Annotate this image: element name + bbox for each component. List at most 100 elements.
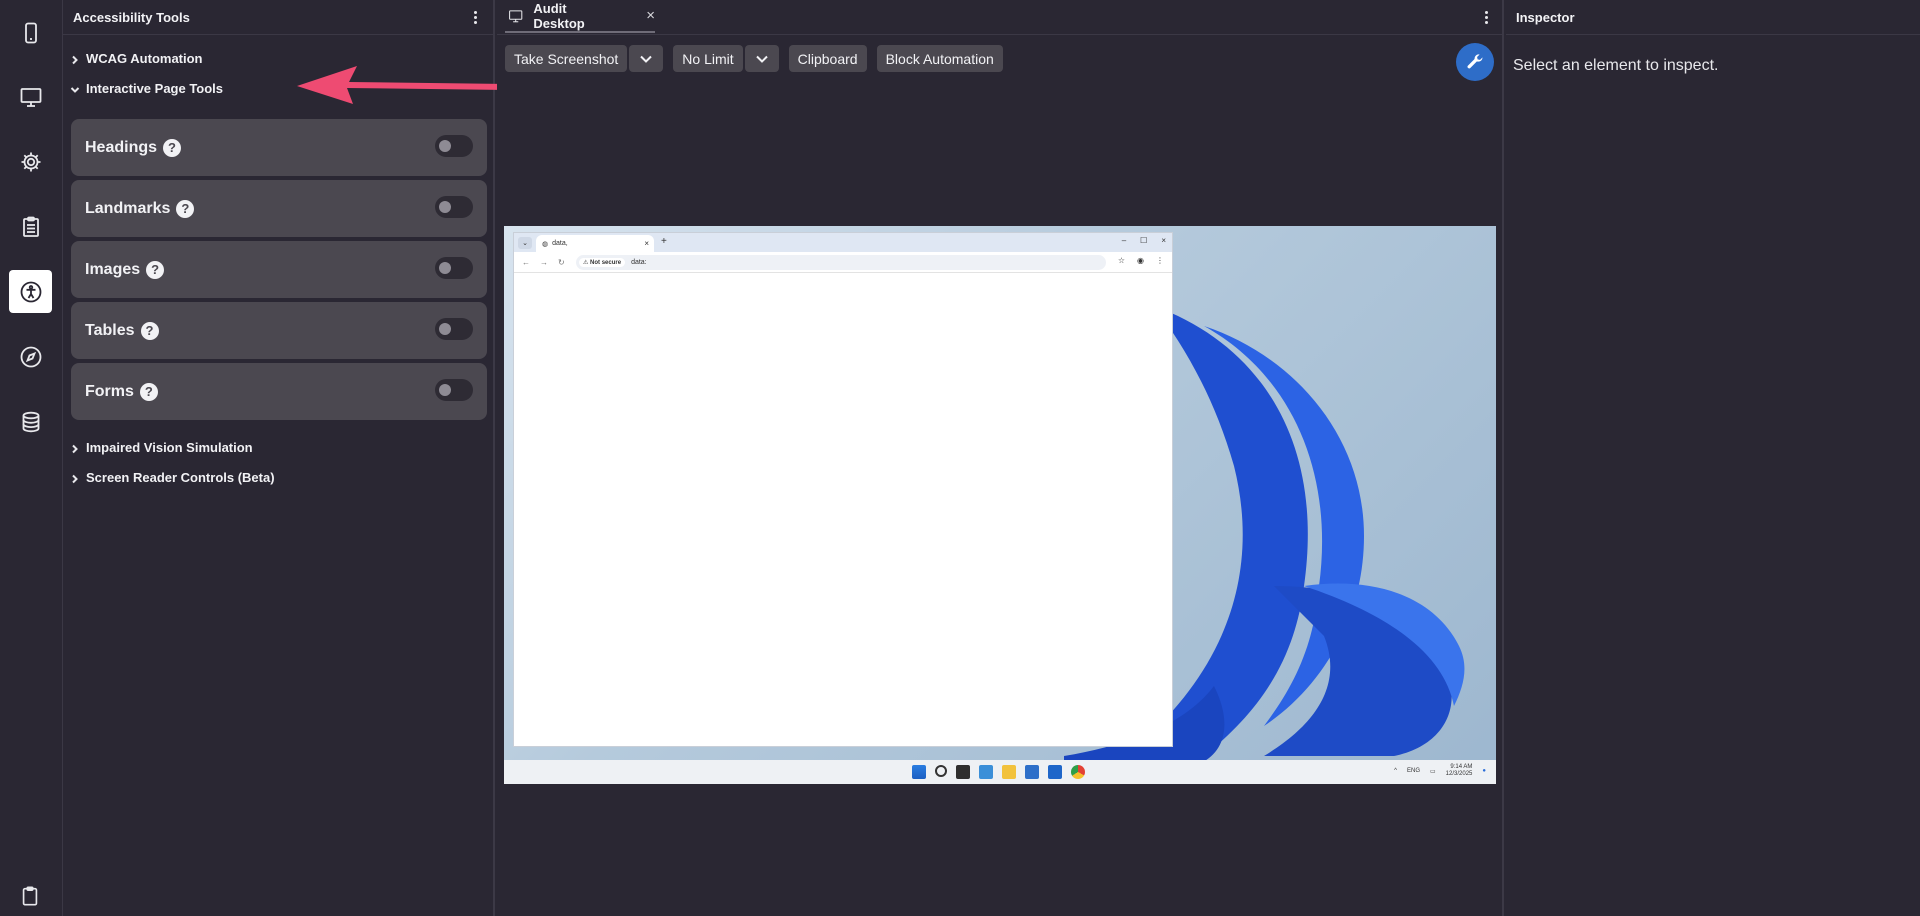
panel-title: Accessibility Tools xyxy=(73,9,190,25)
section-screen-reader[interactable]: Screen Reader Controls (Beta) xyxy=(70,466,275,488)
tool-card-headings: Headings ? xyxy=(71,119,487,176)
tables-toggle[interactable] xyxy=(435,317,473,340)
tool-label: Tables xyxy=(85,321,135,339)
lang-indicator[interactable]: ENG xyxy=(1407,768,1420,774)
help-icon[interactable]: ? xyxy=(176,199,195,218)
windows-taskbar: ^ ENG ▭ 9:14 AM 12/3/2025 ● xyxy=(504,760,1496,784)
section-label: Impaired Vision Simulation xyxy=(86,439,253,455)
date-text: 12/3/2025 xyxy=(1445,771,1473,777)
network-icon[interactable]: ▭ xyxy=(1430,768,1436,775)
headings-toggle[interactable] xyxy=(435,134,473,157)
maximize-icon[interactable]: ☐ xyxy=(1140,236,1147,245)
chevron-up-icon[interactable]: ^ xyxy=(1394,768,1397,774)
address-bar[interactable]: ⚠ Not secure data: xyxy=(576,255,1106,270)
more-options-icon[interactable] xyxy=(467,7,483,27)
tool-card-forms: Forms ? xyxy=(71,363,487,420)
chevron-down-icon xyxy=(70,83,80,93)
browser-tab[interactable]: ◍ data, × xyxy=(536,235,654,252)
globe-icon: ◍ xyxy=(542,240,549,248)
annotation-arrow xyxy=(297,66,508,104)
images-toggle[interactable] xyxy=(435,256,473,279)
desktop-icon[interactable] xyxy=(9,75,52,118)
clipboard-button[interactable]: Clipboard xyxy=(788,45,867,72)
section-impaired-vision[interactable]: Impaired Vision Simulation xyxy=(70,436,253,458)
checklist-icon[interactable] xyxy=(9,205,52,248)
help-icon[interactable]: ? xyxy=(140,321,159,340)
icon-rail xyxy=(0,0,63,916)
inspector-message: Select an element to inspect. xyxy=(1513,57,1719,74)
not-secure-badge[interactable]: ⚠ Not secure xyxy=(579,258,626,267)
search-icon[interactable] xyxy=(935,765,947,777)
help-icon[interactable]: ? xyxy=(163,138,182,157)
forward-icon[interactable]: → xyxy=(540,258,548,267)
remote-desktop-view[interactable]: ⌄ ◍ data, × + – ☐ × ← → ↻ ⚠ Not secure d… xyxy=(504,226,1496,784)
tab-search-icon[interactable]: ⌄ xyxy=(518,236,532,249)
chevron-right-icon xyxy=(70,472,80,484)
url-text: data: xyxy=(631,259,647,266)
start-icon[interactable] xyxy=(912,765,926,779)
browser-window[interactable]: ⌄ ◍ data, × + – ☐ × ← → ↻ ⚠ Not secure d… xyxy=(513,232,1173,747)
toolbar: Take Screenshot No Limit Clipboard Block… xyxy=(505,45,1003,72)
store-icon[interactable] xyxy=(1025,765,1039,779)
no-limit-button[interactable]: No Limit xyxy=(673,45,743,72)
help-icon[interactable]: ? xyxy=(146,260,165,279)
take-screenshot-button[interactable]: Take Screenshot xyxy=(505,45,628,72)
file-explorer-icon[interactable] xyxy=(1002,765,1016,779)
chevron-down-icon xyxy=(640,55,653,63)
inspector-panel: Inspector Select an element to inspect. xyxy=(1506,0,1920,916)
reload-icon[interactable]: ↻ xyxy=(558,258,565,267)
inspector-header: Inspector xyxy=(1506,0,1920,35)
system-tray: ^ ENG ▭ 9:14 AM 12/3/2025 ● xyxy=(1394,764,1486,778)
window-controls: – ☐ × xyxy=(1122,236,1166,245)
more-options-icon[interactable] xyxy=(1478,7,1494,27)
database-icon[interactable] xyxy=(9,400,52,443)
time-text: 9:14 AM xyxy=(1450,764,1473,770)
chrome-icon[interactable] xyxy=(1071,765,1085,779)
forms-toggle[interactable] xyxy=(435,378,473,401)
block-automation-button[interactable]: Block Automation xyxy=(876,45,1003,72)
help-icon[interactable]: ? xyxy=(139,382,158,401)
browser-toolbar: ← → ↻ ⚠ Not secure data: ☆ ◉ ⋮ xyxy=(514,252,1172,273)
minimize-icon[interactable]: – xyxy=(1122,236,1126,245)
mobile-icon[interactable] xyxy=(9,11,52,54)
accessibility-icon[interactable] xyxy=(9,270,52,313)
close-icon[interactable]: × xyxy=(644,239,649,248)
landmarks-toggle[interactable] xyxy=(435,195,473,218)
clock[interactable]: 9:14 AM 12/3/2025 xyxy=(1446,764,1473,778)
tool-label: Landmarks xyxy=(85,199,171,217)
wrench-icon[interactable] xyxy=(1456,43,1494,81)
tool-card-tables: Tables ? xyxy=(71,302,487,359)
tab-audit-desktop[interactable]: Audit Desktop × xyxy=(505,0,655,33)
close-icon[interactable]: × xyxy=(646,7,655,24)
widgets-icon[interactable] xyxy=(979,765,993,779)
mail-icon[interactable] xyxy=(1048,765,1062,779)
clipboard-icon[interactable] xyxy=(19,885,41,907)
inspector-title: Inspector xyxy=(1516,9,1575,25)
section-label: Screen Reader Controls (Beta) xyxy=(86,469,275,485)
new-tab-icon[interactable]: + xyxy=(661,236,667,247)
star-icon[interactable]: ☆ xyxy=(1118,256,1125,265)
tab-bar: Audit Desktop × xyxy=(497,0,1502,35)
gear-icon[interactable] xyxy=(9,140,52,183)
section-interactive-page-tools[interactable]: Interactive Page Tools xyxy=(70,77,223,99)
tool-card-images: Images ? xyxy=(71,241,487,298)
tool-label: Forms xyxy=(85,382,134,400)
chevron-down-icon xyxy=(755,55,768,63)
taskbar-icons xyxy=(912,765,1085,779)
notification-icon[interactable]: ● xyxy=(1482,768,1486,774)
compass-icon[interactable] xyxy=(9,335,52,378)
limit-dropdown-button[interactable] xyxy=(744,45,779,72)
tool-label: Headings xyxy=(85,138,158,156)
section-wcag-automation[interactable]: WCAG Automation xyxy=(70,47,203,69)
profile-icon[interactable]: ◉ xyxy=(1137,256,1144,265)
section-label: Interactive Page Tools xyxy=(86,80,224,96)
section-label: WCAG Automation xyxy=(86,50,203,66)
close-icon[interactable]: × xyxy=(1161,236,1166,245)
back-icon[interactable]: ← xyxy=(522,258,530,267)
menu-icon[interactable]: ⋮ xyxy=(1156,256,1164,265)
chevron-right-icon xyxy=(70,53,80,65)
task-view-icon[interactable] xyxy=(956,765,970,779)
screenshot-dropdown-button[interactable] xyxy=(629,45,664,72)
accessibility-tools-panel: Accessibility Tools WCAG Automation Inte… xyxy=(63,0,508,916)
browser-tab-strip: ⌄ ◍ data, × + – ☐ × xyxy=(514,233,1172,252)
